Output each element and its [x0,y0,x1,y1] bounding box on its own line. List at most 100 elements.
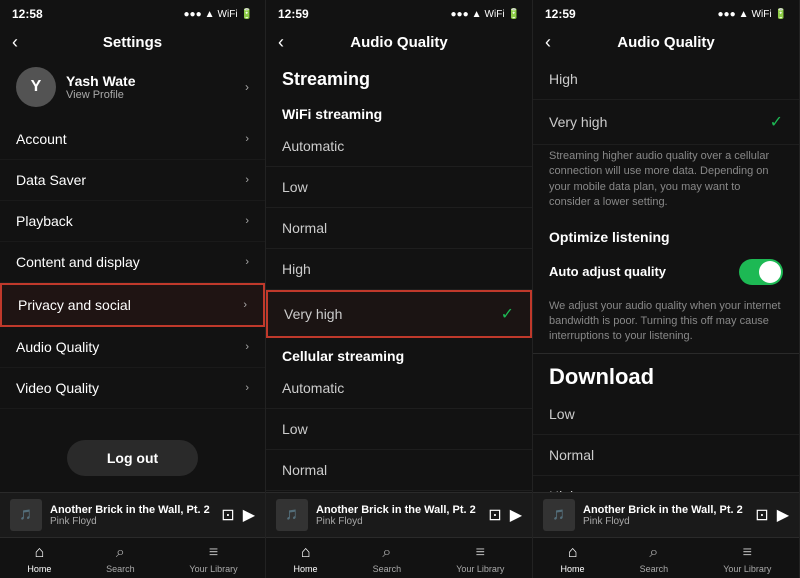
now-playing-1[interactable]: 🎵 Another Brick in the Wall, Pt. 2 Pink … [0,492,265,537]
wifi-automatic[interactable]: Automatic [266,126,532,167]
nav-search-3[interactable]: ⌕ Search [640,544,669,574]
cell-low[interactable]: Low [266,409,532,450]
menu-item-privacy[interactable]: Privacy and social › [0,283,265,327]
home-icon-2: ⌂ [301,544,311,562]
dl-high[interactable]: High [533,476,799,492]
search-icon-1: ⌕ [116,544,125,562]
chevron-privacy: › [243,299,247,311]
auto-adjust-label: Auto adjust quality [549,264,666,279]
now-playing-2[interactable]: 🎵 Another Brick in the Wall, Pt. 2 Pink … [266,492,532,537]
aq-menu: Streaming WiFi streaming Automatic Low N… [266,59,532,492]
nav-home-1[interactable]: ⌂ Home [27,544,51,574]
np-title-2: Another Brick in the Wall, Pt. 2 [316,504,480,516]
menu-item-datasaver[interactable]: Data Saver › [0,160,265,201]
np-thumb-3: 🎵 [543,499,575,531]
stream-very-high[interactable]: Very high ✓ [533,100,799,145]
aq-title-3: Audio Quality [617,34,715,51]
audio-quality-panel: 12:59 ●●●▲WiFi🔋 ‹ Audio Quality Streamin… [266,0,533,578]
avatar: Y [16,67,56,107]
wifi-very-high[interactable]: Very high ✓ [266,290,532,338]
cell-automatic[interactable]: Automatic [266,368,532,409]
user-profile[interactable]: Y Yash Wate View Profile › [0,59,265,119]
view-profile-link[interactable]: View Profile [66,89,235,101]
home-icon-3: ⌂ [568,544,578,562]
wifi-low[interactable]: Low [266,167,532,208]
library-icon-3: ≡ [743,544,752,562]
settings-title: Settings [103,34,162,51]
auto-adjust-toggle[interactable] [739,259,783,285]
status-bar-2: 12:59 ●●●▲WiFi🔋 [266,0,532,28]
aq-header: ‹ Audio Quality [266,28,532,59]
status-icons-3: ●●●▲WiFi🔋 [718,9,787,20]
bottom-nav-1: ⌂ Home ⌕ Search ≡ Your Library [0,537,265,578]
np-play-icon-2[interactable]: ▶ [510,505,522,525]
cell-normal[interactable]: Normal [266,450,532,491]
dl-normal[interactable]: Normal [533,435,799,476]
np-artist-2: Pink Floyd [316,516,480,527]
dl-low[interactable]: Low [533,394,799,435]
profile-chevron: › [245,80,249,94]
back-button-3[interactable]: ‹ [545,32,551,53]
np-controls-3: ⊡ ▶ [755,505,789,525]
nav-home-3[interactable]: ⌂ Home [561,544,585,574]
aq-title: Audio Quality [350,34,448,51]
wifi-normal[interactable]: Normal [266,208,532,249]
wifi-check-icon: ✓ [501,304,514,324]
back-button-2[interactable]: ‹ [278,32,284,53]
toggle-knob [759,261,781,283]
stream-high[interactable]: High [533,59,799,100]
np-device-icon-2[interactable]: ⊡ [488,505,501,525]
np-device-icon[interactable]: ⊡ [221,505,234,525]
np-artist-1: Pink Floyd [50,516,213,527]
np-device-icon-3[interactable]: ⊡ [755,505,768,525]
np-artist-3: Pink Floyd [583,516,747,527]
back-button-1[interactable]: ‹ [12,32,18,53]
menu-item-content[interactable]: Content and display › [0,242,265,283]
menu-item-account[interactable]: Account › [0,119,265,160]
search-icon-2: ⌕ [382,544,391,562]
nav-search-1[interactable]: ⌕ Search [106,544,135,574]
chevron-playback: › [245,215,249,227]
home-icon-1: ⌂ [35,544,45,562]
streaming-title: Streaming [266,59,532,96]
status-bar-3: 12:59 ●●●▲WiFi🔋 [533,0,799,28]
nav-library-3[interactable]: ≡ Your Library [723,544,771,574]
chevron-datasaver: › [245,174,249,186]
cellular-section-title: Cellular streaming [266,338,532,368]
nav-library-2[interactable]: ≡ Your Library [456,544,504,574]
library-icon-1: ≡ [209,544,218,562]
logout-area: Log out [0,424,265,492]
optimize-title: Optimize listening [533,219,799,249]
time-3: 12:59 [545,7,576,21]
menu-item-videoquality[interactable]: Video Quality › [0,368,265,409]
aq-header-3: ‹ Audio Quality [533,28,799,59]
now-playing-3[interactable]: 🎵 Another Brick in the Wall, Pt. 2 Pink … [533,492,799,537]
chevron-content: › [245,256,249,268]
np-title-3: Another Brick in the Wall, Pt. 2 [583,504,747,516]
bottom-nav-2: ⌂ Home ⌕ Search ≡ Your Library [266,537,532,578]
auto-adjust-row: Auto adjust quality [533,249,799,295]
status-icons-2: ●●●▲WiFi🔋 [451,9,520,20]
download-title: Download [533,353,799,394]
np-thumb-1: 🎵 [10,499,42,531]
wifi-high[interactable]: High [266,249,532,290]
time-2: 12:59 [278,7,309,21]
nav-library-1[interactable]: ≡ Your Library [189,544,237,574]
menu-item-storage[interactable]: Storage › [0,409,265,424]
np-play-icon-3[interactable]: ▶ [777,505,789,525]
streaming-info: Streaming higher audio quality over a ce… [533,145,799,219]
logout-button[interactable]: Log out [67,440,198,476]
settings-header: ‹ Settings [0,28,265,59]
np-title-1: Another Brick in the Wall, Pt. 2 [50,504,213,516]
np-controls-2: ⊡ ▶ [488,505,522,525]
chevron-video: › [245,382,249,394]
menu-item-audioquality[interactable]: Audio Quality › [0,327,265,368]
menu-item-playback[interactable]: Playback › [0,201,265,242]
status-bar-1: 12:58 ●●●▲WiFi🔋 [0,0,265,28]
nav-home-2[interactable]: ⌂ Home [294,544,318,574]
status-icons-1: ●●●▲WiFi🔋 [184,9,253,20]
np-play-icon[interactable]: ▶ [243,505,255,525]
audio-quality-download-panel: 12:59 ●●●▲WiFi🔋 ‹ Audio Quality High Ver… [533,0,800,578]
settings-menu: Account › Data Saver › Playback › Conten… [0,119,265,424]
nav-search-2[interactable]: ⌕ Search [373,544,402,574]
